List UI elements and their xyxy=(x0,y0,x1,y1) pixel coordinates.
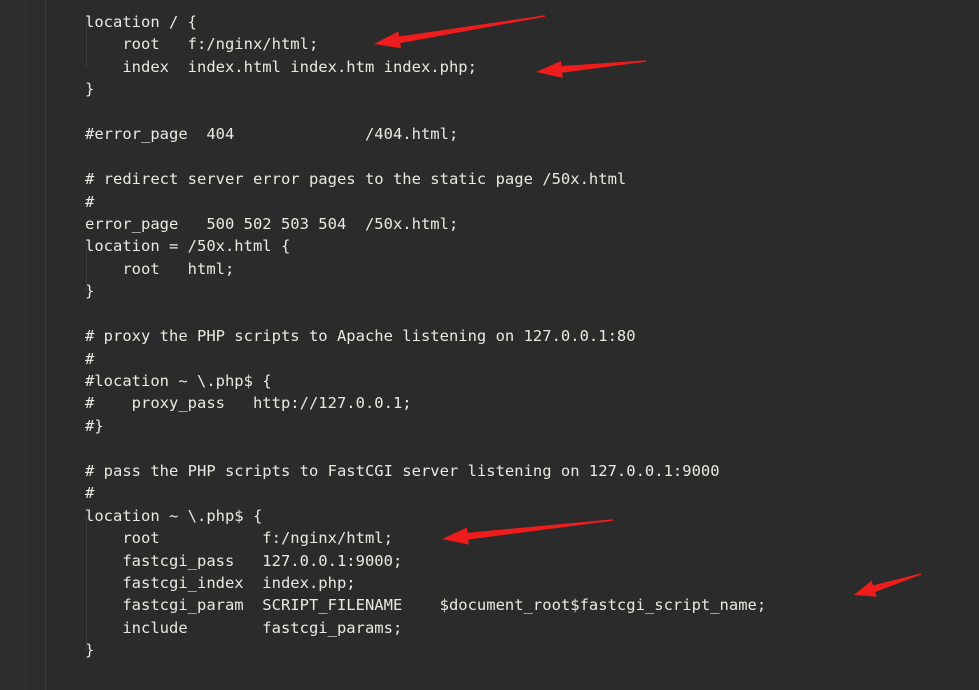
code-line[interactable]: #location ~ \.php$ { xyxy=(85,370,766,392)
code-line[interactable]: fastcgi_index index.php; xyxy=(85,572,766,594)
code-line[interactable] xyxy=(85,101,766,123)
gutter-inner-rule xyxy=(25,0,26,690)
code-line[interactable]: error_page 500 502 503 504 /50x.html; xyxy=(85,213,766,235)
indent-guide xyxy=(86,22,87,67)
code-line[interactable]: root html; xyxy=(85,258,766,280)
code-line[interactable]: fastcgi_param SCRIPT_FILENAME $document_… xyxy=(85,594,766,616)
code-line[interactable]: # xyxy=(85,482,766,504)
code-line[interactable]: # redirect server error pages to the sta… xyxy=(85,168,766,190)
code-line[interactable]: } xyxy=(85,280,766,302)
indent-guide xyxy=(86,517,87,651)
indent-guide xyxy=(86,247,87,292)
code-line[interactable]: location ~ \.php$ { xyxy=(85,505,766,527)
code-line[interactable]: location / { xyxy=(85,11,766,33)
code-line[interactable]: # xyxy=(85,191,766,213)
nginx-config-code[interactable]: location / { root f:/nginx/html; index i… xyxy=(85,11,766,662)
code-line[interactable] xyxy=(85,437,766,459)
code-line[interactable]: # xyxy=(85,348,766,370)
code-line[interactable]: #error_page 404 /404.html; xyxy=(85,123,766,145)
code-line[interactable] xyxy=(85,303,766,325)
code-line[interactable]: location = /50x.html { xyxy=(85,235,766,257)
code-line[interactable]: index index.html index.htm index.php; xyxy=(85,56,766,78)
code-line[interactable]: include fastcgi_params; xyxy=(85,617,766,639)
code-line[interactable]: #} xyxy=(85,415,766,437)
editor-left-gutter xyxy=(0,0,45,690)
code-content-area[interactable]: location / { root f:/nginx/html; index i… xyxy=(46,0,979,690)
code-line[interactable]: # proxy the PHP scripts to Apache listen… xyxy=(85,325,766,347)
code-line[interactable]: # pass the PHP scripts to FastCGI server… xyxy=(85,460,766,482)
code-line[interactable]: } xyxy=(85,78,766,100)
code-line[interactable]: root f:/nginx/html; xyxy=(85,33,766,55)
code-editor-screenshot: location / { root f:/nginx/html; index i… xyxy=(0,0,979,690)
code-line[interactable]: root f:/nginx/html; xyxy=(85,527,766,549)
code-line[interactable]: # proxy_pass http://127.0.0.1; xyxy=(85,392,766,414)
code-line[interactable]: fastcgi_pass 127.0.0.1:9000; xyxy=(85,550,766,572)
code-line[interactable] xyxy=(85,146,766,168)
code-line[interactable]: } xyxy=(85,639,766,661)
